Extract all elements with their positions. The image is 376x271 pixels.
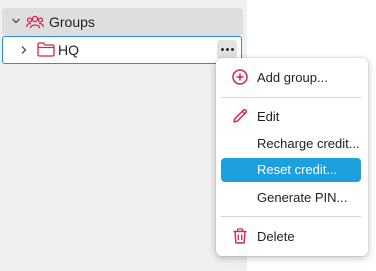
folder-icon [37,42,55,57]
menu-item-generate-pin[interactable]: Generate PIN... [221,186,361,210]
tree-item-hq[interactable]: HQ [2,36,242,64]
menu-item-reset-credit[interactable]: Reset credit... [221,158,361,182]
chevron-down-icon[interactable] [11,16,21,26]
sidebar: Groups HQ [0,0,247,271]
menu-item-label: Reset credit... [257,162,338,177]
chevron-right-icon[interactable] [20,45,28,55]
pencil-icon [233,108,248,123]
more-dot [230,48,234,51]
menu-item-label: Add group... [257,70,328,85]
menu-item-recharge-credit[interactable]: Recharge credit... [221,132,361,156]
menu-item-label: Edit [257,109,280,124]
tree-item-groups[interactable]: Groups [2,8,243,36]
plus-circle-icon [232,69,248,85]
menu-separator [221,216,361,217]
more-options-button[interactable] [217,40,237,59]
menu-item-label: Recharge credit... [257,136,360,151]
menu-item-add-group[interactable]: Add group... [221,66,361,90]
tree-item-label: Groups [49,14,95,30]
tree-item-label: HQ [58,42,79,58]
more-dot [225,48,229,51]
more-dot [220,48,224,51]
users-group-icon [26,15,44,29]
menu-separator [221,97,361,98]
context-menu: Add group... Edit Recharge credit... Res… [216,58,368,256]
menu-item-label: Generate PIN... [257,190,348,205]
trash-icon [233,228,247,244]
menu-item-edit[interactable]: Edit [221,105,361,129]
menu-item-label: Delete [257,229,295,244]
menu-item-delete[interactable]: Delete [221,225,361,249]
